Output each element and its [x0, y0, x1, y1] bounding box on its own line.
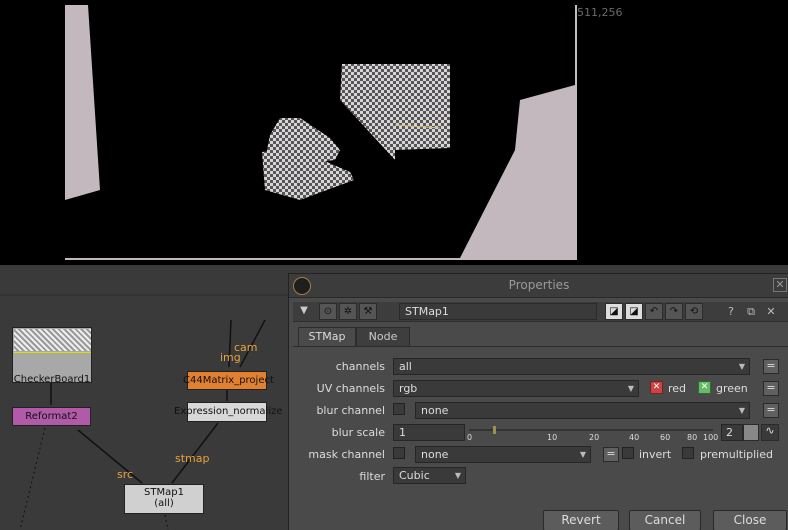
input-label-stmap: stmap [175, 452, 210, 465]
node-stmap[interactable]: STMap1 (all) [124, 484, 204, 514]
premultiplied-label: premultiplied [700, 448, 773, 461]
invert-label: invert [639, 448, 672, 461]
viewer-image [65, 5, 577, 260]
channels-value: all [399, 360, 412, 373]
redo-icon[interactable]: ↷ [665, 303, 683, 320]
properties-panel: Properties ✕ ▼ ⊙ ✲ ⚒ STMap1 ◪ ◪ ↶ ↷ ⟲ ? … [288, 273, 788, 530]
slider-tick-20: 20 [589, 433, 600, 442]
revert-knobs-icon[interactable]: ⟲ [685, 303, 703, 320]
channels-label: channels [335, 360, 385, 373]
uv-channels-dropdown[interactable]: rgb ▼ [393, 380, 639, 397]
slider-tick-80: 80 [687, 433, 698, 442]
properties-toolbar: ▼ ⊙ ✲ ⚒ STMap1 ◪ ◪ ↶ ↷ ⟲ ? ⧉ ✕ [293, 302, 788, 322]
tab-node[interactable]: Node [356, 327, 410, 347]
chevron-down-icon: ▼ [579, 450, 586, 459]
close-node-icon[interactable]: ✕ [763, 304, 779, 319]
mask-channel-label: mask channel [308, 448, 385, 461]
node-stmap-label: STMap1 [144, 487, 184, 498]
uv-channels-value: rgb [399, 382, 418, 395]
properties-titlebar[interactable]: Properties ✕ [289, 274, 788, 298]
slider-tick-10: 10 [547, 433, 558, 442]
filter-value: Cubic [399, 469, 430, 482]
slider-tick-60: 60 [660, 433, 671, 442]
view-node-icon[interactable]: ⊙ [319, 303, 337, 320]
blur-scale-count-field[interactable]: 2 [721, 424, 743, 441]
help-icon[interactable]: ? [723, 304, 739, 319]
uv-channels-label: UV channels [316, 382, 385, 395]
cancel-button[interactable]: Cancel [629, 510, 701, 530]
node-reformat-label: Reformat2 [25, 411, 78, 422]
red-channel-label: red [668, 382, 687, 395]
filter-label: filter [359, 470, 385, 483]
node-c44matrix-label: C44Matrix_project [183, 375, 274, 386]
blur-scale-input[interactable]: 1 [393, 424, 465, 441]
input-label-cam: cam [234, 341, 258, 354]
slider-tick-100: 100 [703, 433, 719, 442]
wrench-icon[interactable]: ⚒ [359, 303, 377, 320]
premultiplied-checkbox[interactable] [682, 447, 694, 459]
uv-channels-link-button[interactable]: = [763, 381, 779, 396]
chevron-down-icon: ▼ [454, 471, 461, 480]
blur-channel-value: none [421, 404, 449, 417]
chevron-down-icon: ▼ [627, 384, 634, 393]
undo-icon[interactable]: ↶ [645, 303, 663, 320]
node-checkerboard[interactable]: CheckerBoard1 [12, 327, 92, 385]
node-stmap-sublabel: (all) [154, 498, 174, 509]
mask-channel-checkbox[interactable] [393, 447, 405, 459]
node-name-field[interactable]: STMap1 [399, 303, 597, 320]
animation-curve-icon[interactable]: ∿ [761, 424, 779, 441]
close-icon[interactable]: ✕ [773, 278, 787, 292]
color-swatch-2-icon[interactable]: ◪ [625, 303, 643, 320]
filter-dropdown[interactable]: Cubic ▼ [393, 467, 466, 484]
node-c44matrix[interactable]: C44Matrix_project [183, 371, 274, 390]
color-swatch-1-icon[interactable]: ◪ [605, 303, 623, 320]
mask-channel-link-button[interactable]: = [603, 447, 619, 462]
channels-link-button[interactable]: = [763, 359, 779, 374]
chevron-down-icon: ▼ [738, 406, 745, 415]
node-expression-label: Expression_normalize [174, 406, 283, 417]
invert-checkbox[interactable] [622, 447, 634, 459]
node-center-icon[interactable]: ✲ [339, 303, 357, 320]
float-panel-icon[interactable]: ⧉ [743, 304, 759, 319]
channels-dropdown[interactable]: all ▼ [393, 358, 750, 375]
mask-channel-dropdown[interactable]: none ▼ [415, 446, 591, 463]
collapse-toggle-icon[interactable]: ▼ [295, 303, 313, 320]
revert-button[interactable]: Revert [543, 510, 619, 530]
tab-stmap[interactable]: STMap [298, 327, 356, 347]
slider-tick-40: 40 [629, 433, 640, 442]
node-reformat[interactable]: Reformat2 [12, 407, 91, 426]
blur-channel-checkbox[interactable] [393, 403, 405, 415]
blur-channel-link-button[interactable]: = [763, 403, 779, 418]
blur-scale-label: blur scale [331, 426, 385, 439]
properties-title: Properties [508, 278, 570, 292]
chevron-down-icon: ▼ [738, 362, 745, 371]
slider-handle[interactable] [493, 426, 496, 434]
red-channel-checkbox[interactable]: ✕ [650, 381, 663, 394]
viewer-panel[interactable]: 511,256 [0, 0, 788, 265]
blur-channel-dropdown[interactable]: none ▼ [415, 402, 750, 419]
mask-channel-value: none [421, 448, 449, 461]
node-expression[interactable]: Expression_normalize [174, 402, 283, 422]
blur-scale-split-icon[interactable] [743, 424, 759, 441]
input-label-src: src [117, 468, 134, 481]
close-button[interactable]: Close [713, 510, 787, 530]
green-channel-label: green [716, 382, 748, 395]
pixel-coords-readout: 511,256 [577, 6, 623, 19]
blur-channel-label: blur channel [316, 404, 385, 417]
green-channel-checkbox[interactable]: ✕ [698, 381, 711, 394]
node-checkerboard-label: CheckerBoard1 [13, 374, 91, 385]
slider-tick-0: 0 [467, 433, 473, 442]
